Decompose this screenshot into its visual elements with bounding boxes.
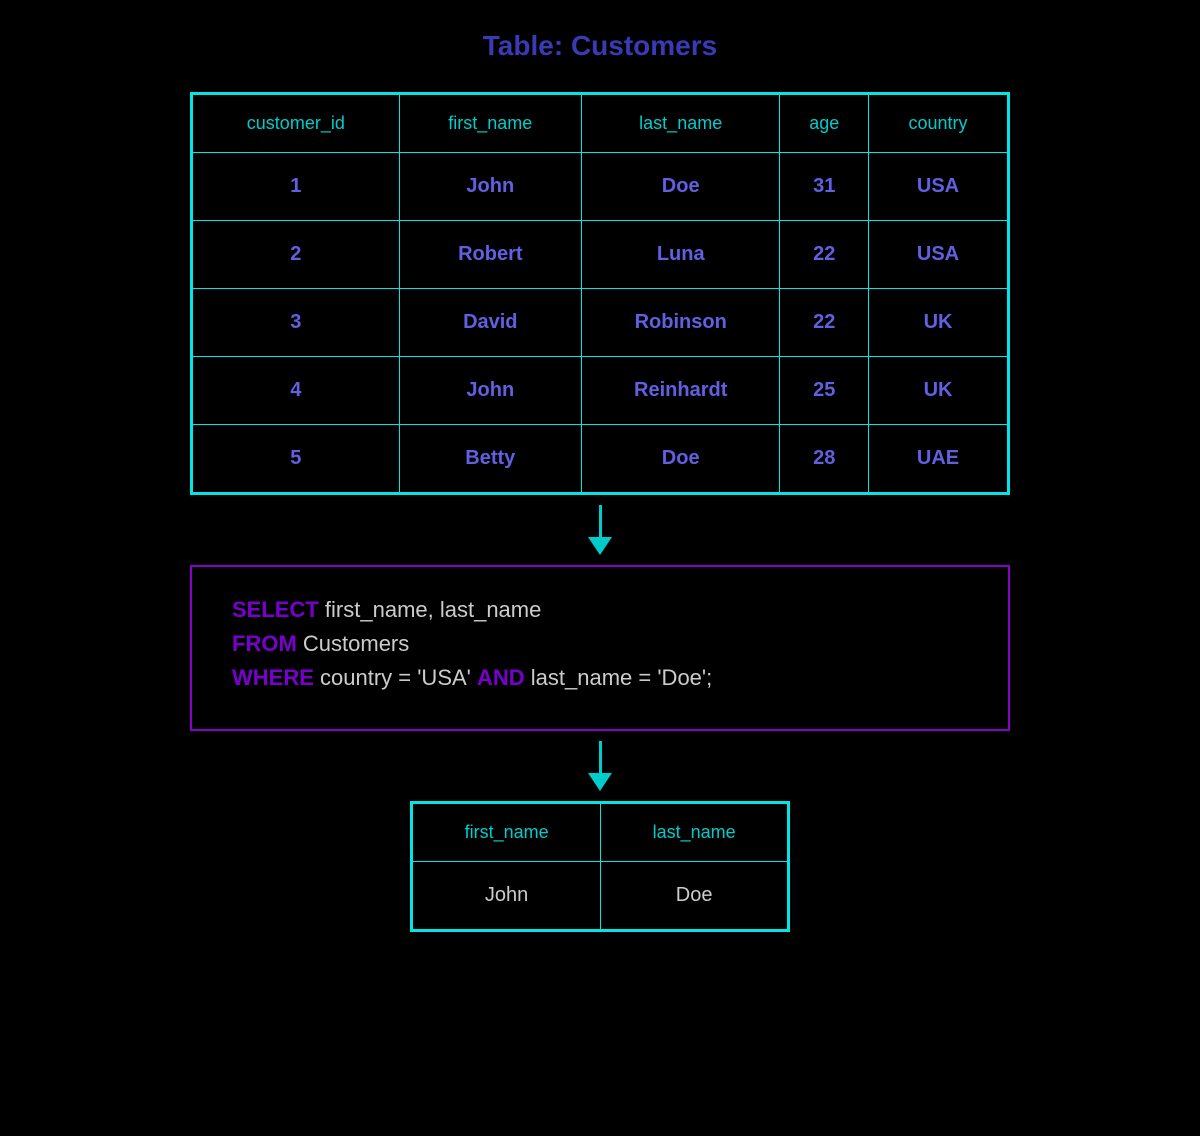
sql-select-keyword: SELECT xyxy=(232,597,319,622)
col-header-country: country xyxy=(869,95,1008,153)
table-cell: UAE xyxy=(869,425,1008,493)
table-cell: 31 xyxy=(780,153,869,221)
result-table: first_name last_name JohnDoe xyxy=(412,803,788,930)
arrow-head-2 xyxy=(588,773,612,791)
sql-line-1: SELECT first_name, last_name xyxy=(232,597,968,623)
table-cell: Betty xyxy=(399,425,581,493)
sql-line-2: FROM Customers xyxy=(232,631,968,657)
arrow-down-2 xyxy=(588,741,612,791)
result-cell: Doe xyxy=(601,862,788,930)
sql-line-3: WHERE country = 'USA' AND last_name = 'D… xyxy=(232,665,968,691)
sql-where-text1: country = 'USA' xyxy=(320,665,477,690)
table-cell: 4 xyxy=(193,357,400,425)
col-header-customer-id: customer_id xyxy=(193,95,400,153)
result-col-first-name: first_name xyxy=(413,804,601,862)
page-container: Table: Customers customer_id first_name … xyxy=(0,30,1200,932)
table-row: 2RobertLuna22USA xyxy=(193,221,1008,289)
table-cell: UK xyxy=(869,289,1008,357)
table-cell: Robinson xyxy=(581,289,779,357)
col-header-first-name: first_name xyxy=(399,95,581,153)
result-header-row: first_name last_name xyxy=(413,804,788,862)
table-header-row: customer_id first_name last_name age cou… xyxy=(193,95,1008,153)
table-cell: 2 xyxy=(193,221,400,289)
table-cell: 25 xyxy=(780,357,869,425)
sql-where-text2: last_name = 'Doe'; xyxy=(531,665,712,690)
table-cell: 3 xyxy=(193,289,400,357)
table-row: 5BettyDoe28UAE xyxy=(193,425,1008,493)
table-cell: UK xyxy=(869,357,1008,425)
arrow-line-2 xyxy=(599,741,602,773)
col-header-age: age xyxy=(780,95,869,153)
table-cell: Doe xyxy=(581,425,779,493)
customers-table: customer_id first_name last_name age cou… xyxy=(192,94,1008,493)
result-row: JohnDoe xyxy=(413,862,788,930)
result-col-last-name: last_name xyxy=(601,804,788,862)
result-table-wrapper: first_name last_name JohnDoe xyxy=(410,801,790,932)
table-cell: John xyxy=(399,357,581,425)
table-cell: 28 xyxy=(780,425,869,493)
sql-from-keyword: FROM xyxy=(232,631,297,656)
sql-and-keyword: AND xyxy=(477,665,525,690)
table-row: 4JohnReinhardt25UK xyxy=(193,357,1008,425)
arrow-head-1 xyxy=(588,537,612,555)
col-header-last-name: last_name xyxy=(581,95,779,153)
arrow-down-1 xyxy=(588,505,612,555)
table-cell: 22 xyxy=(780,289,869,357)
table-cell: 5 xyxy=(193,425,400,493)
sql-where-keyword: WHERE xyxy=(232,665,314,690)
page-title: Table: Customers xyxy=(483,30,717,62)
result-cell: John xyxy=(413,862,601,930)
table-cell: David xyxy=(399,289,581,357)
table-row: 3DavidRobinson22UK xyxy=(193,289,1008,357)
table-cell: USA xyxy=(869,221,1008,289)
table-cell: Robert xyxy=(399,221,581,289)
sql-query-box: SELECT first_name, last_name FROM Custom… xyxy=(190,565,1010,731)
table-cell: Reinhardt xyxy=(581,357,779,425)
table-cell: John xyxy=(399,153,581,221)
sql-select-text: first_name, last_name xyxy=(325,597,541,622)
customers-table-wrapper: customer_id first_name last_name age cou… xyxy=(190,92,1010,495)
table-row: 1JohnDoe31USA xyxy=(193,153,1008,221)
table-cell: Doe xyxy=(581,153,779,221)
sql-from-text: Customers xyxy=(303,631,409,656)
arrow-line-1 xyxy=(599,505,602,537)
table-cell: Luna xyxy=(581,221,779,289)
table-cell: 1 xyxy=(193,153,400,221)
table-cell: 22 xyxy=(780,221,869,289)
table-cell: USA xyxy=(869,153,1008,221)
